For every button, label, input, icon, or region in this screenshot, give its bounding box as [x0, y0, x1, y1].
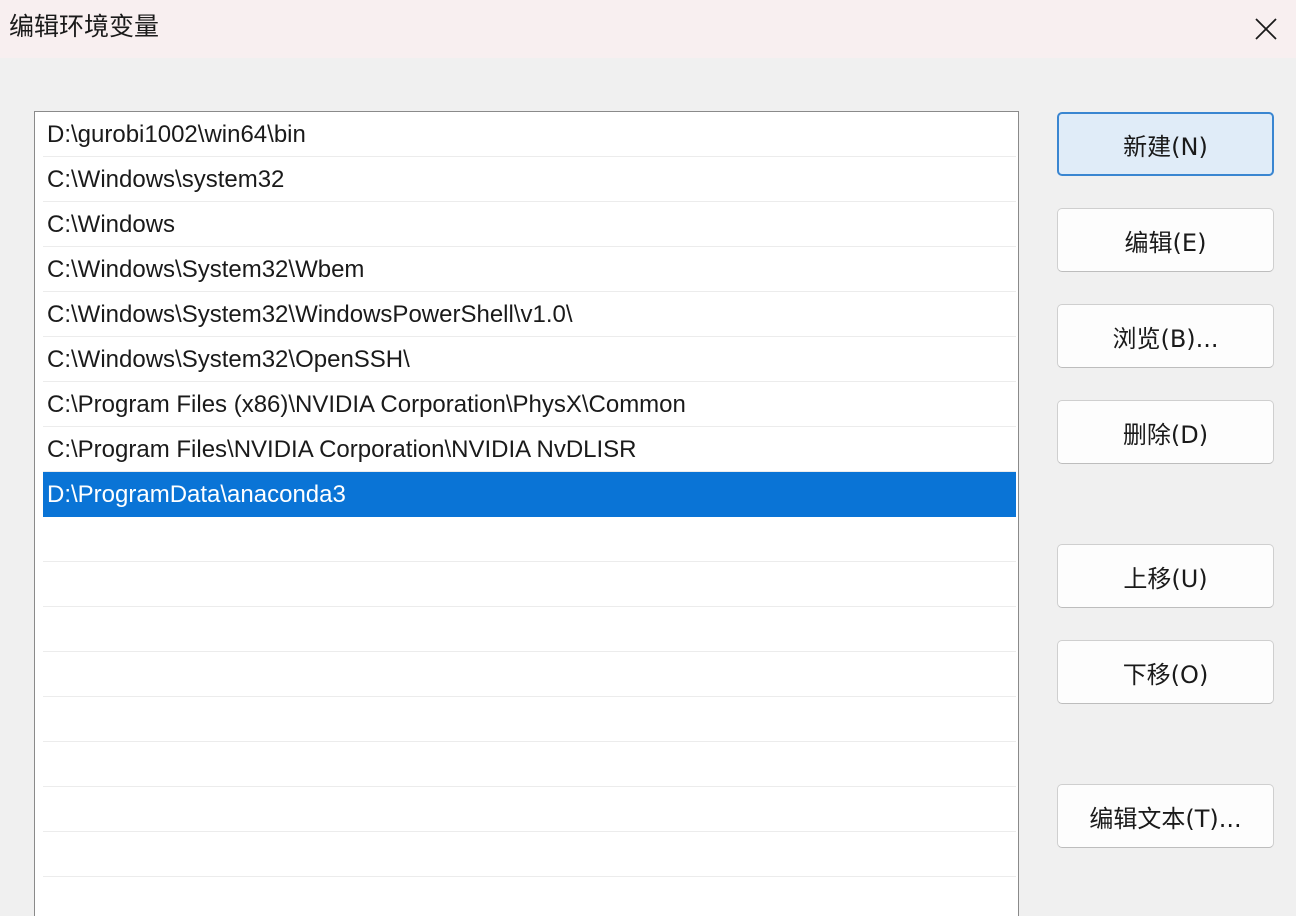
list-item[interactable]: C:\Program Files\NVIDIA Corporation\NVID… [43, 427, 1016, 472]
edit-text-button[interactable]: 编辑文本(T)... [1057, 784, 1274, 848]
edit-button[interactable]: 编辑(E) [1057, 208, 1274, 272]
delete-button[interactable]: 删除(D) [1057, 400, 1274, 464]
browse-button[interactable]: 浏览(B)... [1057, 304, 1274, 368]
move-up-button[interactable]: 上移(U) [1057, 544, 1274, 608]
close-button[interactable] [1236, 0, 1296, 58]
move-down-button[interactable]: 下移(O) [1057, 640, 1274, 704]
list-item[interactable]: D:\gurobi1002\win64\bin [43, 112, 1016, 157]
list-item[interactable] [43, 787, 1016, 832]
list-item[interactable]: C:\Windows [43, 202, 1016, 247]
dialog-title: 编辑环境变量 [9, 12, 160, 41]
list-item[interactable] [43, 742, 1016, 787]
list-item[interactable] [43, 697, 1016, 742]
list-item[interactable]: D:\ProgramData\anaconda3 [43, 472, 1016, 517]
title-bar: 编辑环境变量 [0, 0, 1296, 58]
new-button[interactable]: 新建(N) [1057, 112, 1274, 176]
list-item[interactable] [43, 607, 1016, 652]
list-item[interactable] [43, 877, 1016, 916]
path-list[interactable]: D:\gurobi1002\win64\bin C:\Windows\system… [34, 111, 1019, 916]
close-icon [1255, 18, 1277, 40]
list-item[interactable]: C:\Program Files (x86)\NVIDIA Corporatio… [43, 382, 1016, 427]
list-item[interactable] [43, 652, 1016, 697]
edit-env-variable-dialog: 编辑环境变量 D:\gurobi1002\win64\bin C:\Windows… [0, 0, 1296, 916]
list-item[interactable]: C:\Windows\System32\WindowsPowerShell\v1… [43, 292, 1016, 337]
list-item[interactable] [43, 562, 1016, 607]
list-item[interactable] [43, 517, 1016, 562]
list-item[interactable]: C:\Windows\System32\Wbem [43, 247, 1016, 292]
list-item[interactable]: C:\Windows\system32 [43, 157, 1016, 202]
list-item[interactable]: C:\Windows\System32\OpenSSH\ [43, 337, 1016, 382]
list-item[interactable] [43, 832, 1016, 877]
